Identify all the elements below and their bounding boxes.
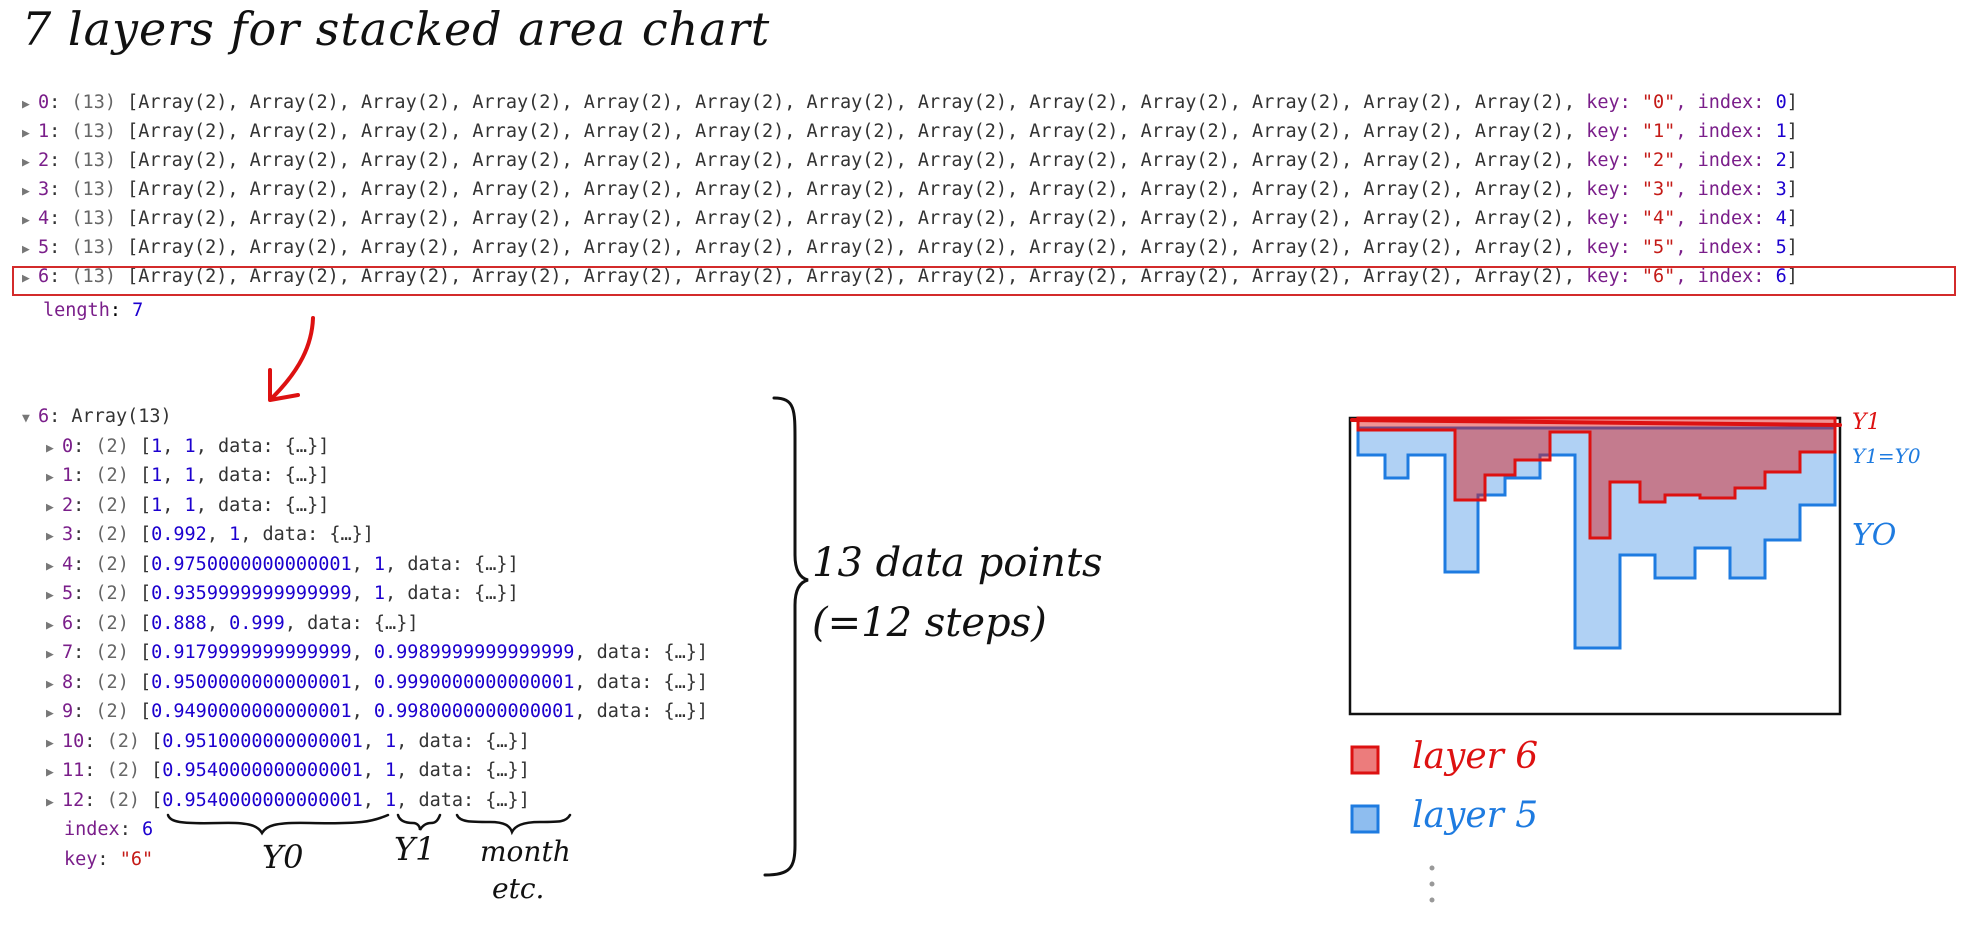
legend-swatch-layer6 — [1350, 745, 1380, 775]
sketch-label-y1-eq-y0: Y1=Y0 — [1852, 444, 1921, 468]
brace-month — [455, 813, 572, 836]
note-y0: Y0 — [262, 838, 304, 876]
sketch-label-y0: YO — [1852, 518, 1897, 553]
sketch-label-y1: Y1 — [1852, 410, 1881, 435]
curly-brace — [763, 396, 809, 877]
legend-label-layer6: layer 6 — [1412, 736, 1539, 777]
ellipsis-dot — [1429, 897, 1435, 903]
ellipsis-dot — [1429, 865, 1435, 871]
note-etc: etc. — [492, 872, 545, 905]
note-month: month — [480, 835, 571, 868]
legend-label-layer5: layer 5 — [1412, 795, 1539, 836]
brace-y1 — [396, 813, 442, 831]
legend-swatch-layer5 — [1350, 804, 1380, 834]
brace-y0 — [166, 813, 390, 836]
note-data-points: 13 data points — [812, 540, 1103, 586]
annotation-overlay — [166, 316, 1842, 903]
red-arrow — [270, 316, 315, 400]
ellipsis-dot — [1429, 881, 1435, 887]
note-steps: (=12 steps) — [812, 600, 1047, 646]
note-y1: Y1 — [394, 830, 436, 868]
